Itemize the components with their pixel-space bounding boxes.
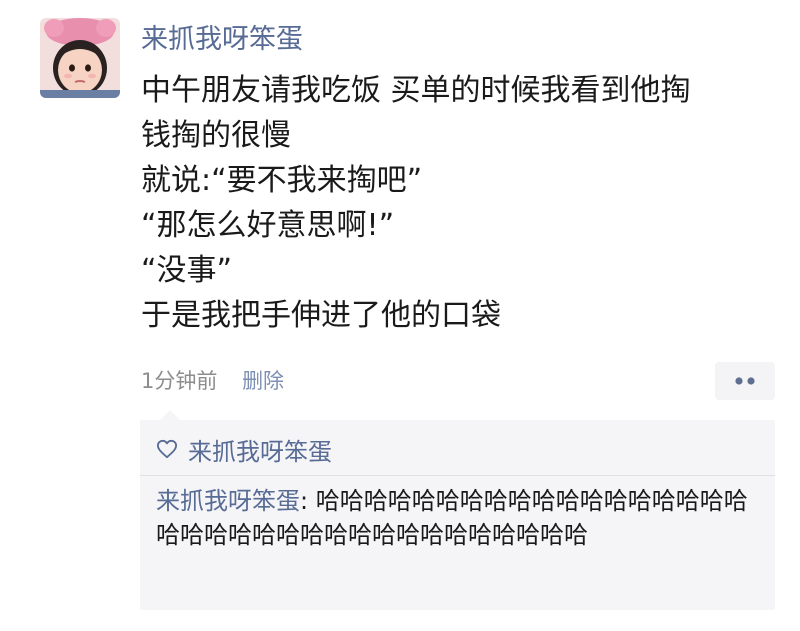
post-line: 就说:“要不我来掏吧”	[141, 163, 423, 198]
likes-row: 来抓我呀笨蛋	[156, 430, 332, 468]
avatar[interactable]	[40, 18, 120, 98]
more-dots-icon	[735, 377, 755, 385]
divider	[140, 475, 775, 476]
post-line: “没事”	[141, 253, 233, 288]
interaction-panel: 来抓我呀笨蛋 来抓我呀笨蛋: 哈哈哈哈哈哈哈哈哈哈哈哈哈哈哈哈哈哈哈哈哈哈哈哈哈…	[140, 420, 775, 610]
like-user[interactable]: 来抓我呀笨蛋	[188, 432, 332, 467]
post-line: “那怎么好意思啊!”	[141, 208, 395, 243]
delete-link[interactable]: 删除	[242, 369, 284, 393]
heart-outline-icon	[157, 439, 177, 459]
avatar-image	[40, 18, 120, 98]
post-line: 钱掏的很慢	[141, 118, 291, 153]
post-meta: 1分钟前 删除	[141, 366, 284, 396]
comment-item[interactable]: 来抓我呀笨蛋: 哈哈哈哈哈哈哈哈哈哈哈哈哈哈哈哈哈哈哈哈哈哈哈哈哈哈哈哈哈哈哈哈…	[156, 484, 766, 552]
comment-separator: :	[300, 487, 316, 515]
panel-caret	[160, 410, 180, 420]
post-author[interactable]: 来抓我呀笨蛋	[141, 22, 303, 58]
post-timestamp: 1分钟前	[141, 369, 218, 393]
more-button[interactable]	[715, 362, 775, 400]
comment-author[interactable]: 来抓我呀笨蛋	[156, 487, 300, 515]
post-text: 中午朋友请我吃饭 买单的时候我看到他掏 钱掏的很慢 就说:“要不我来掏吧” “那…	[141, 68, 781, 338]
post-line: 中午朋友请我吃饭 买单的时候我看到他掏	[141, 73, 691, 108]
post-line: 于是我把手伸进了他的口袋	[141, 298, 501, 333]
